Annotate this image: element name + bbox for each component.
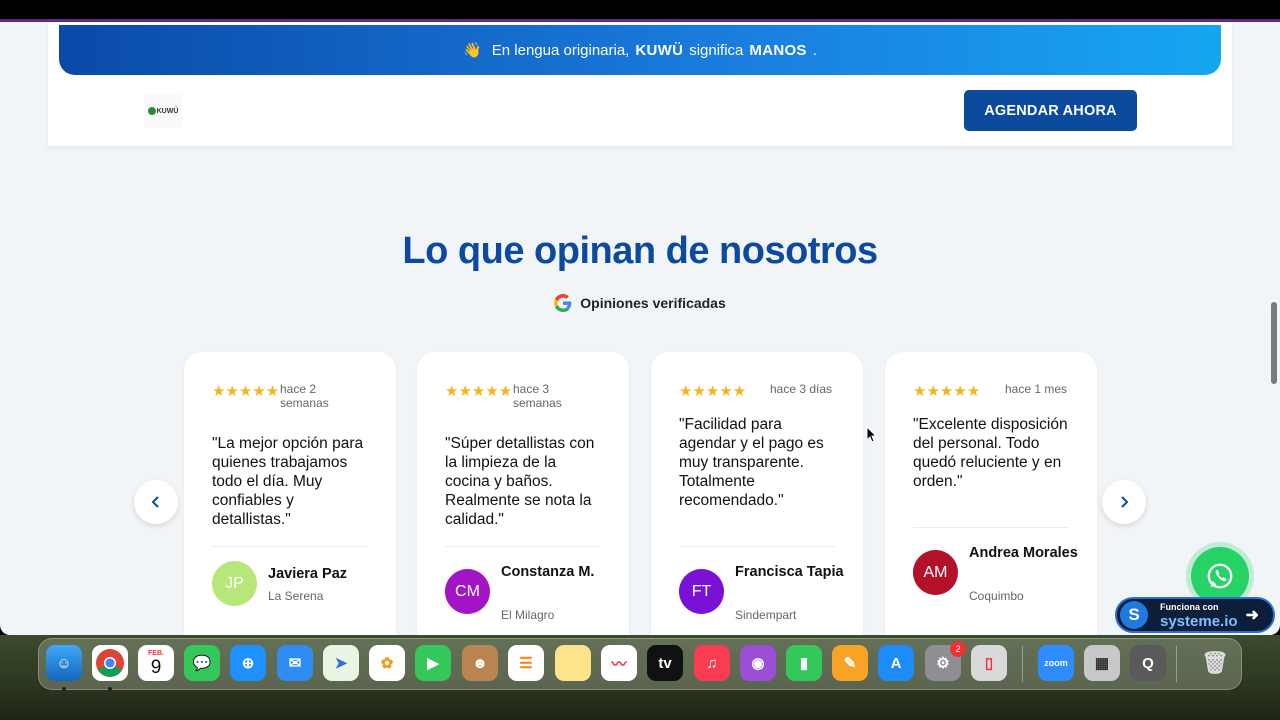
divider [913,527,1069,528]
tv-label: tv [658,654,672,672]
chevron-left-icon [151,496,159,508]
numbers-icon[interactable]: ▮ [786,645,822,681]
photos-icon[interactable]: ✿ [369,645,405,681]
systeme-logo-icon: S [1120,601,1148,629]
zoom-icon[interactable]: zoom [1038,645,1074,681]
calculator-icon[interactable]: ▦ [1084,645,1120,681]
freeform-icon[interactable]: 〰 [601,645,637,681]
banner-meaning: MANOS [749,41,807,59]
google-icon [554,294,572,312]
carousel-prev-button[interactable] [134,480,178,524]
rating-stars-icon: ★★★★★ [445,383,513,400]
running-indicator [108,687,112,691]
divider [445,546,601,547]
quicktime-icon[interactable]: Q [1130,645,1166,681]
avatar: AM [913,550,958,595]
reviewer-name: Francisca Tapia [735,564,844,580]
verified-reviews-label: Opiniones verificadas [0,294,1280,312]
screen-top-bar [0,0,1280,22]
avatar: CM [445,569,490,614]
systeme-io-badge[interactable]: S Funciona con systeme.io ➜ [1115,597,1275,633]
avatar: JP [212,561,257,606]
banner-brand: KUWÜ [635,41,684,59]
dock-separator [1022,646,1023,682]
reviewer-name: Andrea Morales [969,545,1078,561]
hand-wave-icon: 👋 [463,42,482,59]
mail-icon[interactable]: ✉ [277,645,313,681]
schedule-now-button[interactable]: AGENDAR AHORA [964,90,1137,131]
banner-middle: significa [689,41,744,59]
apple-tv-icon[interactable]: tv [647,645,683,681]
podcasts-icon[interactable]: ◉ [740,645,776,681]
avatar: FT [679,569,724,614]
review-time: hace 3 días [770,382,833,396]
reminders-icon[interactable]: ☰ [508,645,544,681]
reviewer-city: El Milagro [501,608,555,622]
review-card: ★★★★★ hace 2 semanas "La mejor opción pa… [184,352,396,635]
site-logo[interactable]: KUWÜ [144,94,182,128]
divider [212,546,368,547]
logo-text: KUWÜ [156,107,179,115]
verified-text: Opiniones verificadas [580,295,726,311]
banner-suffix: . [812,41,817,59]
arrow-right-icon: ➜ [1245,607,1259,624]
maps-icon[interactable]: ➤ [323,645,359,681]
systeme-small-text: Funciona con [1160,601,1219,612]
banner-prefix: En lengua originaria, [491,41,630,59]
iphone-mirroring-icon[interactable]: ▯ [971,645,1007,681]
dock-separator [1176,646,1177,682]
logo-mark-icon [147,107,156,115]
review-time: hace 2 semanas [280,382,329,410]
rating-stars-icon: ★★★★★ [913,383,981,400]
pages-icon[interactable]: ✎ [832,645,868,681]
review-time: hace 3 semanas [513,382,562,410]
divider [679,546,835,547]
safari-icon[interactable]: ⊕ [230,645,266,681]
page-scrollbar[interactable] [1271,302,1277,384]
chevron-right-icon [1121,496,1129,508]
review-card: ★★★★★ hace 1 mes "Excelente disposición … [885,352,1097,635]
app-store-icon[interactable]: A [878,645,914,681]
whatsapp-icon [1207,563,1233,589]
notes-icon[interactable] [555,645,591,681]
section-title: Lo que opinan de nosotros [402,230,878,272]
chrome-icon[interactable] [92,645,128,681]
zoom-label: zoom [1044,658,1068,668]
trash-icon[interactable]: 🗑 [1197,645,1233,681]
calendar-icon[interactable]: FEB. 9 [138,645,174,681]
music-icon[interactable]: ♫ [694,645,730,681]
notification-badge: 2 [950,641,966,657]
facetime-icon[interactable]: ▶ [415,645,451,681]
review-quote: "Súper detallistas con la limpieza de la… [445,435,595,528]
rating-stars-icon: ★★★★★ [679,383,747,400]
web-page: 👋 En lengua originaria, KUWÜ significa M… [0,22,1280,635]
review-quote: "La mejor opción para quienes trabajamos… [212,435,364,528]
review-time: hace 1 mes [1005,382,1068,396]
reviewer-city: La Serena [268,589,324,603]
contacts-icon[interactable]: ☻ [462,645,498,681]
review-quote: "Facilidad para agendar y el pago es muy… [679,416,824,509]
review-card: ★★★★★ hace 3 semanas "Súper detallistas … [417,352,629,635]
reviewer-city: Coquimbo [969,589,1024,603]
running-indicator [62,687,66,691]
rating-stars-icon: ★★★★★ [212,383,280,400]
reviewer-name: Constanza M. [501,564,595,580]
announcement-banner: 👋 En lengua originaria, KUWÜ significa M… [59,25,1221,75]
finder-icon[interactable]: ☺ [46,645,82,681]
messages-icon[interactable]: 💬 [184,645,220,681]
reviewer-city: Sindempart [735,608,797,622]
calendar-day: 9 [150,656,162,678]
review-quote: "Excelente disposición del personal. Tod… [913,416,1068,490]
review-card: ★★★★★ hace 3 días "Facilidad para agenda… [651,352,863,635]
systeme-brand-text: systeme.io [1160,612,1238,630]
carousel-next-button[interactable] [1102,480,1146,524]
reviewer-name: Javiera Paz [268,566,348,582]
mouse-cursor-icon [866,426,878,443]
